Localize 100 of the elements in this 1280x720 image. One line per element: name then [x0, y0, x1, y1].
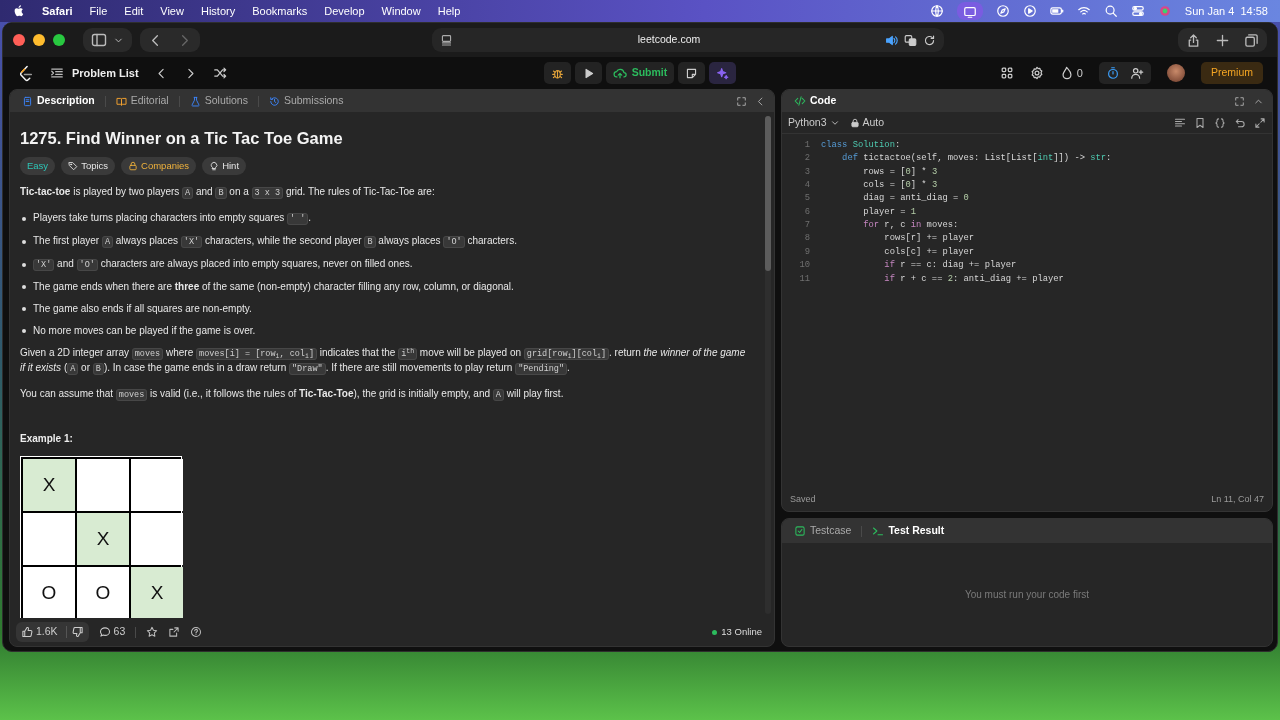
braces-icon[interactable]	[1214, 116, 1226, 129]
grid-icon[interactable]	[999, 66, 1014, 80]
search-icon[interactable]	[1103, 4, 1118, 18]
timer-icon[interactable]	[1106, 66, 1120, 80]
expand-icon[interactable]	[1254, 116, 1266, 129]
fullscreen-icon[interactable]	[1234, 95, 1245, 107]
translate-icon[interactable]	[904, 33, 917, 47]
description-text: Tic-tac-toe is played by two players A and B on a 3 x 3 grid. The rules of Tic-Tac-Toe are:	[20, 185, 436, 200]
board-cell: X	[131, 567, 183, 618]
menu-item[interactable]: Help	[437, 2, 461, 20]
compass-icon[interactable]	[995, 4, 1010, 18]
tag-button[interactable]: Topics	[61, 157, 116, 175]
share-icon[interactable]	[1186, 32, 1201, 48]
cloud-upload-icon	[612, 66, 627, 80]
menu-item[interactable]: Edit	[124, 2, 144, 20]
tag-button[interactable]: Hint	[202, 157, 247, 175]
code-line[interactable]: cols[c] += player	[821, 245, 975, 259]
panel-tab[interactable]: Test Result	[868, 523, 949, 539]
menu-clock[interactable]: Sun Jan 4 14:58	[1184, 2, 1268, 20]
description-text: The game also ends if all squares are non-empty.	[33, 302, 252, 316]
code-line[interactable]: def tictactoe(self, moves: List[List[int]]) -> str:	[821, 152, 1112, 166]
display-button[interactable]	[956, 2, 983, 20]
battery-icon[interactable]	[1049, 4, 1064, 18]
dislike-button[interactable]	[65, 626, 84, 638]
menu-item[interactable]: Bookmarks	[252, 2, 308, 20]
tag-icon	[68, 161, 79, 171]
line-number: 2	[803, 152, 810, 166]
play-icon[interactable]	[1022, 4, 1037, 18]
wifi-icon[interactable]	[1076, 4, 1091, 18]
code-line[interactable]: cols = [0] * 3	[821, 179, 938, 193]
description-text: You can assume that moves is valid (i.e., it follows the rules of Tic-Tac-Toe), the grid is initially empty, and A will play first.	[20, 387, 565, 402]
code-line[interactable]: player = 1	[821, 205, 917, 219]
debug-button[interactable]	[543, 62, 571, 84]
panel-tab[interactable]: Description	[18, 93, 99, 109]
tabs-overview-icon[interactable]	[1244, 32, 1259, 48]
notes-button[interactable]	[678, 62, 706, 84]
streak-button[interactable]: 0	[1059, 64, 1083, 82]
submit-button[interactable]: Submit	[605, 62, 675, 84]
code-line[interactable]: for r, c in moves:	[821, 219, 959, 233]
comments-button[interactable]: 63	[98, 624, 126, 640]
menu-item[interactable]: Window	[381, 2, 421, 20]
sidebar-button[interactable]	[83, 28, 132, 52]
fullscreen-icon[interactable]	[736, 95, 747, 107]
help-icon[interactable]	[190, 626, 203, 638]
language-dropdown[interactable]: Python3	[788, 114, 840, 131]
minimize-button[interactable]	[33, 34, 45, 46]
panel-tab[interactable]: Code	[790, 93, 841, 109]
sidebar-icon	[91, 32, 107, 48]
avatar[interactable]	[1167, 64, 1185, 82]
line-number: 1	[803, 139, 810, 153]
new-tab-icon[interactable]	[1215, 32, 1230, 48]
like-button[interactable]: 1.6K	[21, 624, 58, 640]
bulb-icon	[209, 161, 220, 171]
code-line[interactable]: rows[r] += player	[821, 232, 975, 246]
star-icon[interactable]	[146, 626, 159, 638]
mode-button[interactable]: Auto	[849, 114, 885, 131]
format-icon[interactable]	[1174, 116, 1186, 129]
premium-button[interactable]: Premium	[1201, 62, 1263, 84]
menu-item[interactable]: View	[160, 2, 184, 20]
ai-button[interactable]	[709, 62, 737, 84]
scrollbar[interactable]	[765, 116, 771, 614]
zoom-button[interactable]	[53, 34, 65, 46]
control-center-icon[interactable]	[1130, 4, 1145, 18]
lock-icon	[849, 117, 860, 128]
line-number: 8	[803, 232, 810, 246]
run-button[interactable]	[574, 62, 602, 84]
code-line[interactable]: rows = [0] * 3	[821, 165, 938, 179]
globe-icon[interactable]	[929, 4, 944, 18]
menu-item[interactable]: File	[89, 2, 108, 20]
code-line[interactable]: if r == c: diag += player	[821, 259, 1017, 273]
panel-tab[interactable]: Submissions	[264, 93, 348, 109]
apple-logo-icon[interactable]	[12, 4, 26, 18]
close-button[interactable]	[13, 34, 25, 46]
panel-tab[interactable]: Solutions	[185, 93, 252, 109]
share-link-icon[interactable]	[168, 626, 181, 638]
save-status: Saved	[790, 493, 816, 507]
panel-tab[interactable]: Editorial	[111, 93, 173, 109]
history-icon	[268, 95, 280, 107]
problem-list-link[interactable]: Problem List	[50, 64, 139, 82]
code-line[interactable]: diag = anti_diag = 0	[821, 192, 969, 206]
display-icon	[962, 4, 977, 19]
address-bar[interactable]: leetcode.com	[432, 28, 944, 52]
logo-icon[interactable]	[17, 64, 34, 82]
app-menu[interactable]: Safari	[42, 2, 73, 20]
bookmark-icon[interactable]	[1194, 116, 1206, 129]
code-line[interactable]: if r + c == 2: anti_diag += player	[821, 272, 1064, 286]
reload-icon[interactable]	[923, 33, 936, 47]
menu-item[interactable]: History	[200, 2, 236, 20]
reset-icon[interactable]	[1234, 116, 1246, 129]
menu-item[interactable]: Develop	[324, 2, 365, 20]
add-user-icon[interactable]	[1130, 66, 1144, 80]
settings-icon[interactable]	[1029, 66, 1044, 80]
tag-button[interactable]: Companies	[121, 157, 197, 175]
board-cell: X	[77, 513, 129, 565]
panel-tab[interactable]: Testcase	[790, 523, 856, 539]
shuffle-icon[interactable]	[212, 66, 227, 80]
sparkle-icon	[716, 66, 730, 80]
line-number: 7	[803, 219, 810, 233]
speaker-icon[interactable]	[885, 33, 898, 47]
code-line[interactable]: class Solution:	[821, 139, 901, 153]
